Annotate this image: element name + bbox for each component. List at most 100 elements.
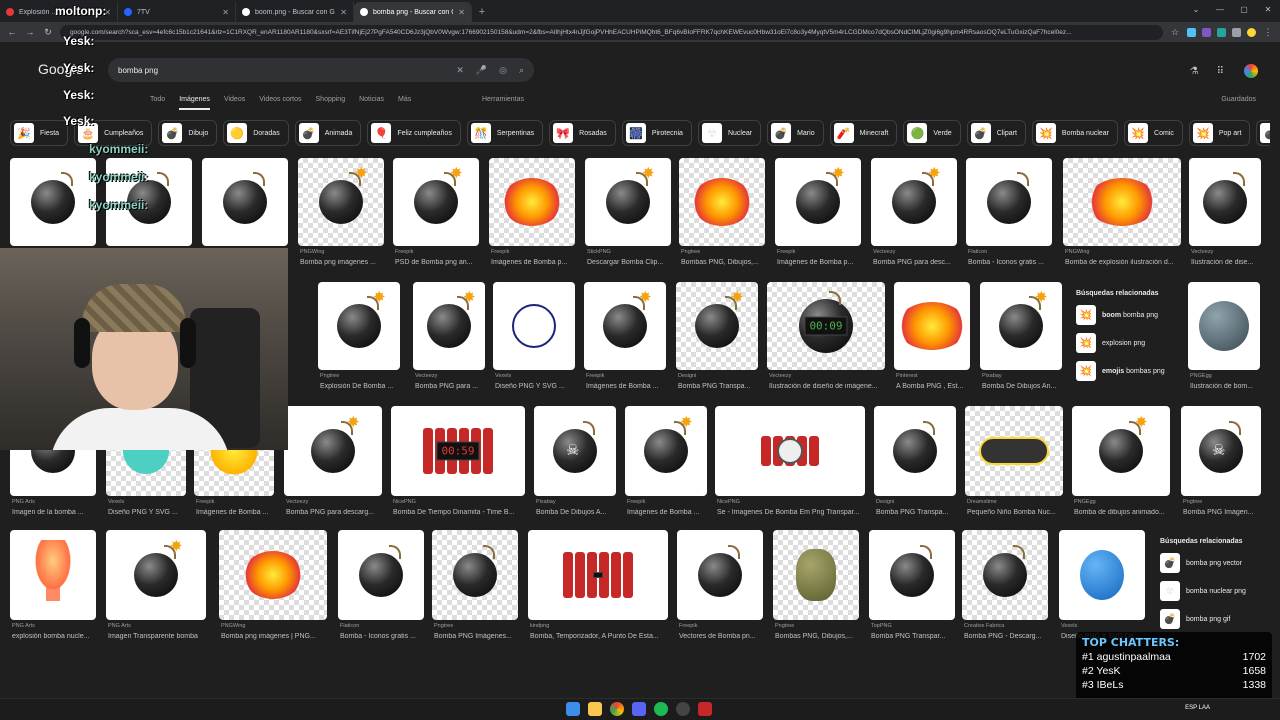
extension-icon[interactable] — [1202, 27, 1211, 37]
image-source[interactable]: Freepik — [586, 373, 666, 379]
image-title[interactable]: Bomba PNG Imágen... — [1183, 509, 1261, 516]
image-result[interactable]: ☠ Pixabay Bomba De Dibujos A... — [534, 406, 616, 522]
image-result[interactable]: ✸ PNGWing Bomba png imágenes ... — [298, 158, 384, 272]
image-title[interactable]: Bombas PNG, Dibujos,... — [775, 633, 859, 640]
image-source[interactable]: Pngtree — [320, 373, 400, 379]
image-result[interactable]: PNGWing Bomba png imágenes | PNG... — [219, 530, 327, 646]
image-thumbnail[interactable]: 00:59 — [391, 406, 525, 496]
image-result[interactable]: ✸ Designi Bomba PNG Transpa... — [676, 282, 758, 396]
file-explorer-icon[interactable] — [588, 702, 602, 716]
image-result[interactable]: Freepik Vectores de Bomba pn... — [677, 530, 763, 646]
image-result[interactable]: NicePNG Se - Imagenes De Bomba Em Png Tra… — [715, 406, 865, 522]
image-thumbnail[interactable] — [962, 530, 1048, 620]
image-thumbnail[interactable] — [679, 158, 765, 246]
image-source[interactable]: Vecteezy — [1191, 249, 1261, 255]
image-result[interactable]: Creative Fabrica Bomba PNG - Descarg... — [962, 530, 1048, 646]
image-source[interactable]: Dreamstime — [967, 499, 1063, 505]
chevron-down-icon[interactable]: ⌄ — [1184, 0, 1208, 20]
close-tab-icon[interactable]: ✕ — [458, 8, 465, 17]
image-title[interactable]: Bomba PNG Transpa... — [876, 509, 956, 516]
tab-videos[interactable]: Videos — [224, 96, 245, 110]
image-title[interactable]: Bomba PNG Imágenes... — [434, 633, 518, 640]
image-thumbnail[interactable]: ✸ — [625, 406, 707, 496]
image-source[interactable]: TopPNG — [871, 623, 955, 629]
image-title[interactable]: Bomba png imágenes ... — [300, 259, 384, 266]
image-thumbnail[interactable] — [493, 282, 575, 370]
image-title[interactable]: Bomba de explosión ilustración d... — [1065, 259, 1181, 266]
image-thumbnail[interactable] — [715, 406, 865, 496]
reload-icon[interactable]: ↻ — [42, 27, 54, 38]
image-title[interactable]: Explosión De Bomba ... — [320, 383, 400, 390]
image-result[interactable]: PNGEgg Ilustración de bom... — [1188, 282, 1260, 396]
filter-chip[interactable]: 🎊 Serpentinas — [466, 120, 544, 146]
image-thumbnail[interactable] — [10, 530, 96, 620]
image-title[interactable]: Diseño PNG Y SVG ... — [495, 383, 575, 390]
obs-icon[interactable] — [676, 702, 690, 716]
image-result[interactable]: VexelsDiseño PNG Y SVG De ... — [1059, 530, 1145, 646]
image-title[interactable]: Bomba - Iconos gratis ... — [340, 633, 424, 640]
image-thumbnail[interactable]: ✸ — [871, 158, 957, 246]
image-title[interactable]: Imagen de la bomba ... — [12, 509, 96, 516]
filter-chip[interactable]: 💣 Animada — [294, 120, 362, 146]
filter-chip[interactable]: 💣Pn — [1256, 120, 1270, 146]
image-result[interactable]: Pngtree Bombas PNG, Dibujos,... — [773, 530, 859, 646]
image-thumbnail[interactable] — [489, 158, 575, 246]
image-title[interactable]: Bomba PNG - Descarg... — [964, 633, 1048, 640]
tab-mas[interactable]: Más — [398, 96, 411, 110]
image-source[interactable]: kindpng — [530, 623, 668, 629]
image-source[interactable]: PNGWing — [300, 249, 384, 255]
minimize-icon[interactable]: — — [1208, 0, 1232, 20]
filter-chip[interactable]: 💣 Mario — [767, 120, 824, 146]
image-source[interactable]: Freepik — [491, 249, 575, 255]
image-result[interactable]: ✸ Vecteezy Bomba PNG para descarg... — [284, 406, 382, 522]
image-title[interactable]: Diseño PNG Y SVG ... — [108, 509, 186, 516]
browser-tab[interactable]: boom.png - Buscar con Google ✕ — [236, 2, 354, 22]
image-source[interactable]: Vecteezy — [286, 499, 382, 505]
image-source[interactable]: Creative Fabrica — [964, 623, 1048, 629]
apps-grid-icon[interactable]: ⠿ — [1217, 66, 1224, 77]
image-result[interactable]: Dreamstime Pequeño Niño Bomba Nuc... — [965, 406, 1063, 522]
related-search-item[interactable]: 💥 explosion png — [1076, 333, 1174, 353]
image-title[interactable]: Imágenes de Bomba ... — [196, 509, 274, 516]
image-title[interactable]: Bomba De Dibujos An... — [982, 383, 1062, 390]
extension-icon[interactable] — [1217, 27, 1226, 37]
image-result[interactable]: ✸ Pixabay Bomba De Dibujos An... — [980, 282, 1062, 396]
filter-chip[interactable]: 💥 Comic — [1124, 120, 1183, 146]
image-result[interactable]: Designi Bomba PNG Transpa... — [874, 406, 956, 522]
clear-icon[interactable]: ✕ — [456, 65, 464, 76]
image-result[interactable]: ✸ Freepik Imágenes de Bomba ... — [584, 282, 666, 396]
image-source[interactable]: Pngtree — [1183, 499, 1261, 505]
image-title[interactable]: explosión bomba nucle... — [12, 633, 96, 640]
image-result[interactable]: Flaticon Bomba - Iconos gratis ... — [338, 530, 424, 646]
image-result[interactable]: kindpng Bomba, Temporizador, A Punto De E… — [528, 530, 668, 646]
start-windows-icon[interactable] — [566, 702, 580, 716]
tab-videos-cortos[interactable]: Videos cortos — [259, 96, 301, 110]
related-search-item[interactable]: 💥 emojis bombas png — [1076, 361, 1174, 381]
image-result[interactable]: Pinterest A Bomba PNG , Est... — [894, 282, 970, 396]
image-title[interactable]: Bombas PNG, Dibujos,... — [681, 259, 765, 266]
image-thumbnail[interactable] — [874, 406, 956, 496]
image-source[interactable]: Flaticon — [340, 623, 424, 629]
image-title[interactable]: PSD de Bomba png an... — [395, 259, 479, 266]
microphone-icon[interactable]: 🎤 — [476, 65, 487, 76]
image-result[interactable]: Flaticon Bomba - Iconos gratis ... — [966, 158, 1052, 272]
image-source[interactable]: Freepik — [627, 499, 707, 505]
image-result[interactable]: ☠ Pngtree Bomba PNG Imágen... — [1181, 406, 1261, 522]
image-source[interactable]: PNGWing — [221, 623, 327, 629]
image-title[interactable]: Bomba PNG Transpa... — [678, 383, 758, 390]
image-result[interactable]: 00:59 NicePNG Bomba De Tiempo Dinamita - T… — [391, 406, 525, 522]
image-source[interactable]: Vecteezy — [415, 373, 485, 379]
image-title[interactable]: Imágenes de Bomba p... — [491, 259, 575, 266]
image-source[interactable]: NicePNG — [393, 499, 525, 505]
filter-chip[interactable]: 🟡 Doradas — [223, 120, 289, 146]
image-source[interactable]: PNGEgg — [1074, 499, 1170, 505]
image-title[interactable]: Ilustración de bom... — [1190, 383, 1260, 390]
image-title[interactable]: Imágenes de Bomba p... — [777, 259, 861, 266]
image-source[interactable]: Vexels — [1061, 623, 1145, 629]
lens-icon[interactable]: ◎ — [499, 65, 507, 76]
image-title[interactable]: Vectores de Bomba pn... — [679, 633, 763, 640]
image-thumbnail[interactable]: ✸ — [106, 530, 206, 620]
filter-chip[interactable]: ☢ Nuclear — [697, 120, 762, 146]
image-source[interactable]: Freepik — [679, 623, 763, 629]
tab-shopping[interactable]: Shopping — [316, 96, 346, 110]
